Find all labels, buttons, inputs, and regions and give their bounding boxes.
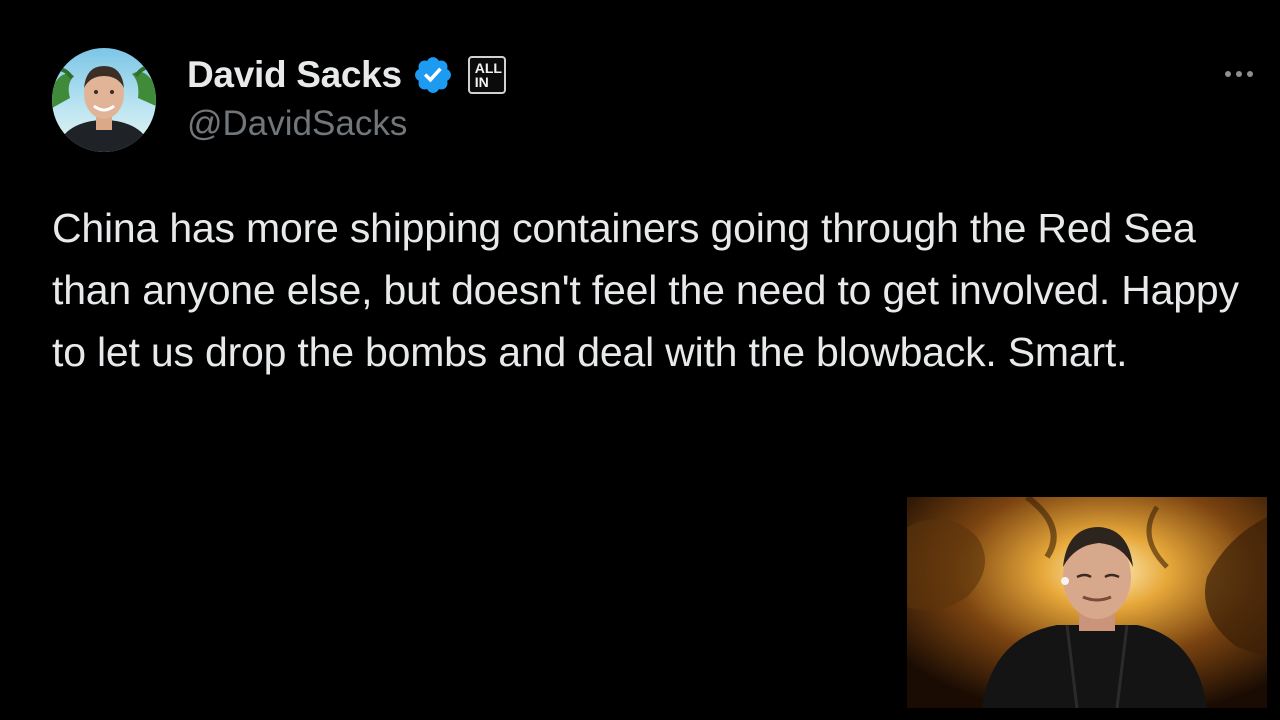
more-dot	[1236, 71, 1242, 77]
affiliate-badge-line1: ALL	[474, 60, 502, 76]
avatar-image	[52, 48, 156, 152]
author-display-name[interactable]: David Sacks	[187, 54, 402, 96]
tweet-text: China has more shipping containers going…	[52, 205, 1239, 375]
author-handle[interactable]: @DavidSacks	[187, 104, 407, 144]
tweet-screen: David Sacks ALL IN @DavidSacks China has…	[0, 0, 1280, 720]
author-avatar[interactable]	[52, 48, 156, 152]
webcam-frame	[907, 497, 1267, 708]
more-horizontal-icon[interactable]	[1222, 60, 1256, 88]
more-dot	[1225, 71, 1231, 77]
verified-badge-icon[interactable]	[412, 54, 454, 96]
more-dot	[1247, 71, 1253, 77]
webcam-video-overlay	[907, 497, 1267, 708]
author-name-row: David Sacks ALL IN	[187, 52, 506, 98]
affiliate-badge[interactable]: ALL IN	[467, 56, 506, 94]
affiliate-badge-line2: IN	[474, 74, 489, 90]
